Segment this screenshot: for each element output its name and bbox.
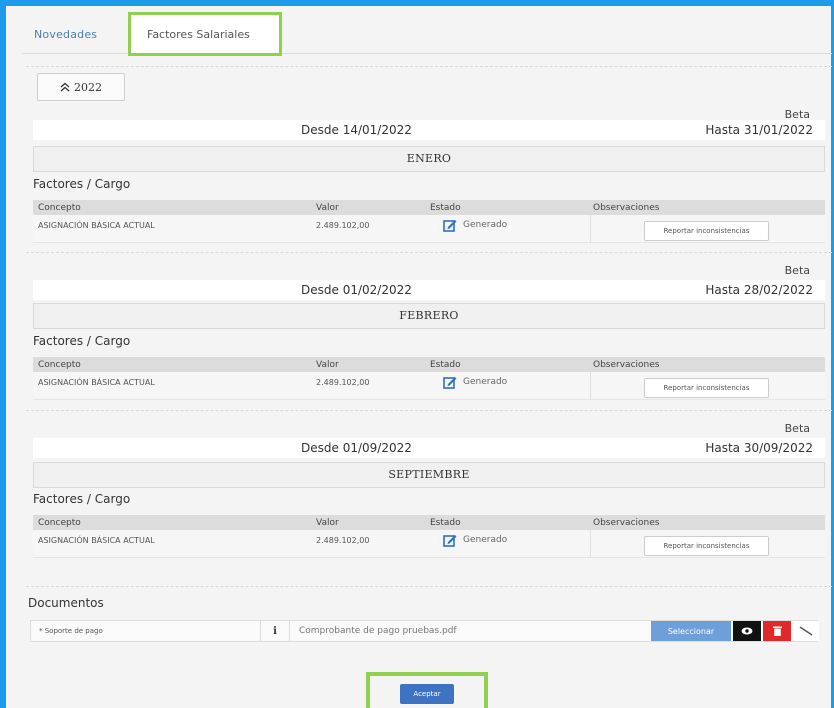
hasta-date: Hasta 30/09/2022 [705,441,813,455]
hasta-date: Hasta 28/02/2022 [705,283,813,297]
edit-icon[interactable] [443,375,457,389]
col-valor: Valor [316,518,339,528]
divider [26,410,832,411]
estado-cell: Generado [443,218,507,232]
year-label: 2022 [74,80,102,94]
estado-cell: Generado [443,533,507,547]
edit-icon[interactable] [443,533,457,547]
col-estado: Estado [430,518,461,528]
concepto-cell: ASIGNACIÓN BÁSICA ACTUAL [38,536,155,545]
table-header: Concepto Valor Estado Observaciones [33,200,825,215]
col-estado: Estado [430,360,461,370]
section-subtitle: Factores / Cargo [33,177,131,191]
edit-icon[interactable] [443,218,457,232]
desde-date: Desde 01/02/2022 [301,283,412,297]
date-range-row: Desde 14/01/2022 Hasta 31/01/2022 [33,120,825,140]
soporte-label: * Soporte de pago [39,627,103,635]
estado-label: Generado [463,377,508,387]
estado-label: Generado [463,535,508,545]
estado-cell: Generado [443,375,507,389]
col-estado: Estado [430,203,461,213]
section-subtitle: Factores / Cargo [33,492,131,506]
document-upload-row: * Soporte de pago i Comprobante de pago … [30,620,819,642]
col-observaciones: Observaciones [593,518,660,528]
slash-icon [799,626,813,636]
col-valor: Valor [316,203,339,213]
col-concepto: Concepto [38,360,81,370]
delete-button[interactable] [763,621,791,641]
col-valor: Valor [316,360,339,370]
year-toggle-button[interactable]: 2022 [37,73,125,101]
report-inconsistencies-button[interactable]: Reportar inconsistencias [644,221,769,241]
observaciones-cell: Reportar inconsistencias [590,215,825,243]
report-inconsistencies-button[interactable]: Reportar inconsistencias [644,378,769,398]
col-observaciones: Observaciones [593,360,660,370]
info-icon[interactable]: i [260,621,290,641]
valor-cell: 2.489.102,00 [316,221,370,230]
month-header: FEBRERO [33,303,825,329]
concepto-cell: ASIGNACIÓN BÁSICA ACTUAL [38,378,155,387]
divider [26,586,832,587]
desde-date: Desde 01/09/2022 [301,441,412,455]
col-observaciones: Observaciones [593,203,660,213]
eye-icon [741,627,753,635]
table-row: ASIGNACIÓN BÁSICA ACTUAL 2.489.102,00 Ge… [33,372,825,400]
col-concepto: Concepto [38,518,81,528]
beta-label: Beta [784,264,810,277]
accept-button[interactable]: Aceptar [400,684,454,704]
section-subtitle: Factores / Cargo [33,334,131,348]
date-range-row: Desde 01/02/2022 Hasta 28/02/2022 [33,280,825,300]
hasta-date: Hasta 31/01/2022 [705,123,813,137]
table-row: ASIGNACIÓN BÁSICA ACTUAL 2.489.102,00 Ge… [33,530,825,558]
col-concepto: Concepto [38,203,81,213]
table-header: Concepto Valor Estado Observaciones [33,357,825,372]
file-name-field[interactable]: Comprobante de pago pruebas.pdf [299,626,457,636]
month-label: ENERO [406,152,452,165]
view-button[interactable] [733,621,761,641]
tab-factores-label: Factores Salariales [147,28,250,41]
estado-label: Generado [463,220,508,230]
month-header: SEPTIEMBRE [33,462,825,488]
tab-factores-salariales[interactable]: Factores Salariales [128,12,282,56]
table-header: Concepto Valor Estado Observaciones [33,515,825,530]
valor-cell: 2.489.102,00 [316,536,370,545]
beta-label: Beta [784,422,810,435]
month-label: SEPTIEMBRE [388,468,470,481]
trash-icon [772,626,782,636]
divider [26,252,832,253]
desde-date: Desde 14/01/2022 [301,123,412,137]
select-file-button[interactable]: Seleccionar [651,621,731,641]
month-header: ENERO [33,146,825,172]
table-row: ASIGNACIÓN BÁSICA ACTUAL 2.489.102,00 Ge… [33,215,825,243]
report-inconsistencies-button[interactable]: Reportar inconsistencias [644,536,769,556]
observaciones-cell: Reportar inconsistencias [590,530,825,558]
observaciones-cell: Reportar inconsistencias [590,372,825,400]
concepto-cell: ASIGNACIÓN BÁSICA ACTUAL [38,221,155,230]
valor-cell: 2.489.102,00 [316,378,370,387]
accept-highlight: Aceptar [366,672,488,708]
month-label: FEBRERO [399,309,459,322]
documents-title: Documentos [28,596,104,610]
chevron-double-up-icon [60,82,70,92]
tab-novedades[interactable]: Novedades [34,28,97,41]
date-range-row: Desde 01/09/2022 Hasta 30/09/2022 [33,438,825,458]
divider [26,66,832,67]
clear-button[interactable] [793,621,819,641]
